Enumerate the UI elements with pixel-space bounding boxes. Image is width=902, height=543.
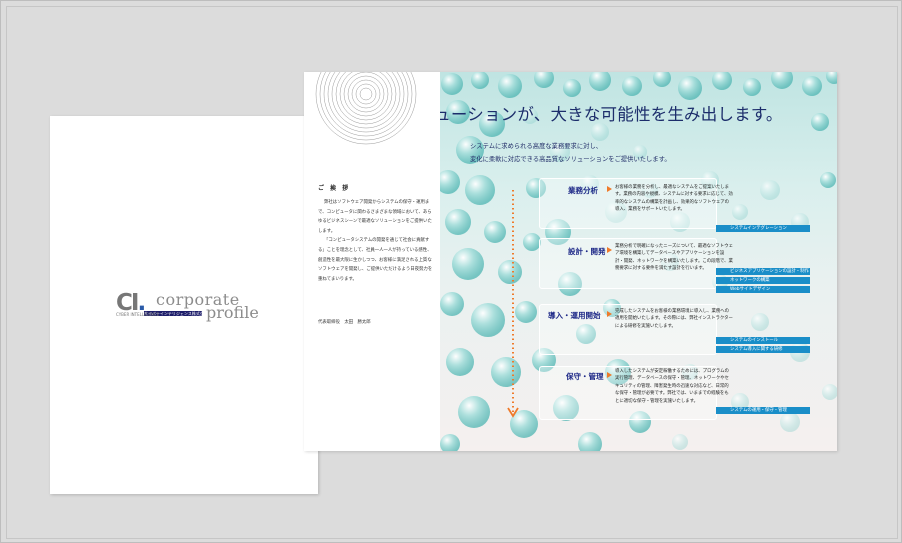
service-description: お客様の業務を分析し、最適なシステムをご提案いたします。業務の内容や規模、システ… xyxy=(615,185,733,213)
company-logo: CI. corporate profile サイバーインテリジェンス株式会社 C… xyxy=(116,290,266,322)
service-title: 導入・運用開始 xyxy=(548,311,601,320)
service-tag: システムの運用・保守・管理 xyxy=(716,407,810,414)
subline-line: システムに求められる高度な業務要求に対し、 xyxy=(470,143,603,150)
service-tag: ネットワークの構築 xyxy=(716,277,810,284)
arrow-right-icon xyxy=(607,311,612,317)
greeting-title: ご 挨 拶 xyxy=(318,185,351,192)
brochure-cover: CI. corporate profile サイバーインテリジェンス株式会社 C… xyxy=(50,116,318,494)
service-description: 完成したシステムをお客様の業務環境に導入し、業務への適用を開始いたします。その際… xyxy=(615,309,733,329)
greeting-paragraph: 「コンピュータシステムの開発を通じて社会に貢献する」ことを理念として、社員一人一… xyxy=(318,238,433,282)
greeting-paragraph: 弊社はソフトウェア開発からシステムの保守・運用まで、コンピュータに関わるさまざま… xyxy=(318,200,432,234)
arrow-right-icon xyxy=(607,372,612,378)
brochure-spread: ご 挨 拶 弊社はソフトウェア開発からシステムの保守・運用まで、コンピュータに関… xyxy=(304,72,837,451)
process-flow-arrow xyxy=(507,190,519,418)
service-description: 導入したシステムが安定稼働するためには、プログラムの実行管理、データベースの保守… xyxy=(615,369,729,404)
service-tag: システム導入に関する研修 xyxy=(716,346,810,353)
concentric-circles-decoration xyxy=(315,72,417,145)
greeting-page: ご 挨 拶 弊社はソフトウェア開発からシステムの保守・運用まで、コンピュータに関… xyxy=(304,72,440,451)
page-headline: 高品質なソリューションが、大きな可能性を生み出します。 xyxy=(440,105,783,124)
service-title: 設計・開発 xyxy=(568,247,606,256)
logo-text-profile: profile xyxy=(206,303,259,322)
greeting-signature: 代表取締役 太田 勝太郎 xyxy=(318,320,371,325)
arrow-right-icon xyxy=(607,247,612,253)
service-tag: システムのインストール xyxy=(716,337,810,344)
service-tag: Webサイトデザイン xyxy=(716,286,810,293)
logo-small-text: CYBER INTELLIGENCE xyxy=(116,312,160,317)
service-title: 保守・管理 xyxy=(566,372,604,381)
service-tag: ビジネスアプリケーションの設計・制作 xyxy=(716,268,810,275)
service-tag: システムインテグレーション xyxy=(716,225,810,232)
page-subline: システムに求められる高度な業務要求に対し、 変化に柔軟に対応できる高品質なソリュ… xyxy=(470,140,671,166)
greeting-body: 弊社はソフトウェア開発からシステムの保守・運用まで、コンピュータに関わるさまざま… xyxy=(318,198,434,284)
arrow-right-icon xyxy=(607,186,612,192)
subline-line: 変化に柔軟に対応できる高品質なソリューションをご提供いたします。 xyxy=(470,156,671,163)
service-title: 業務分析 xyxy=(568,186,598,195)
